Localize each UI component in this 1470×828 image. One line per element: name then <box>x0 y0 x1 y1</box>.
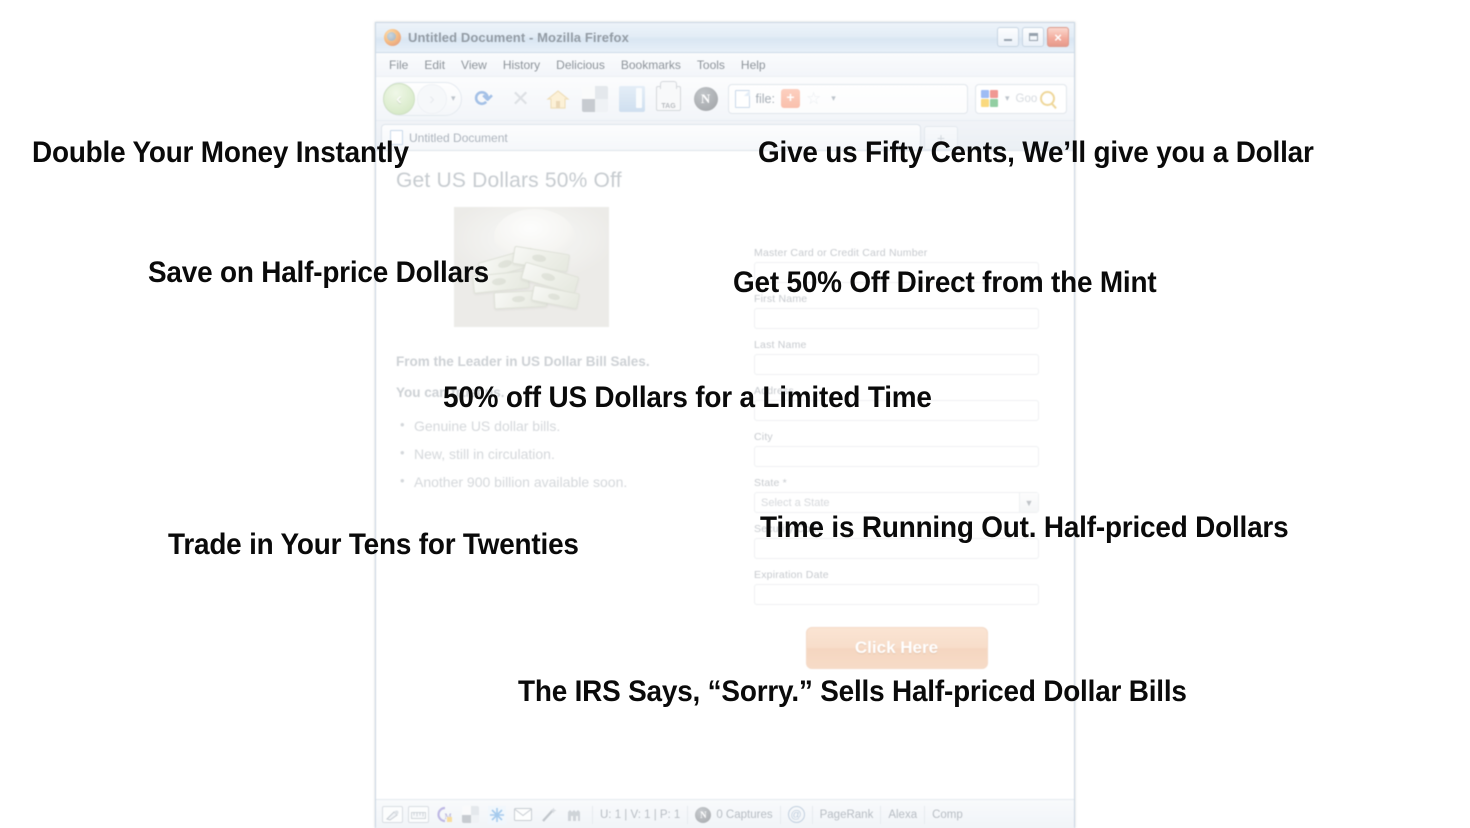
snowflake-icon[interactable] <box>486 805 507 824</box>
search-icon[interactable] <box>1040 91 1056 106</box>
list-item: New, still in circulation. <box>400 445 736 463</box>
colorzilla-icon[interactable]: M <box>434 806 455 823</box>
menu-item-file[interactable]: File <box>382 56 415 74</box>
state-select-value: Select a State <box>761 496 830 509</box>
alexa-label[interactable]: Alexa <box>888 809 917 821</box>
screenshot-stage: Untitled Document - Mozilla Firefox × Fi… <box>0 0 1470 828</box>
captures-count[interactable]: 0 Captures <box>716 809 772 821</box>
field-last-name: Last Name <box>754 339 1039 375</box>
mail-icon[interactable] <box>512 806 533 823</box>
tab-label: Untitled Document <box>409 130 508 145</box>
history-dropdown-button[interactable]: ▾ <box>451 93 456 104</box>
menu-item-edit[interactable]: Edit <box>417 56 452 74</box>
page-bullet-list: Genuine US dollar bills. New, still in c… <box>396 417 736 491</box>
eyedropper-icon[interactable] <box>382 806 403 823</box>
minimize-button[interactable] <box>997 27 1019 47</box>
chevron-down-icon[interactable]: ▼ <box>1019 493 1038 512</box>
forward-button[interactable]: › <box>417 83 447 114</box>
star-icon[interactable]: ☆ <box>806 90 821 107</box>
noscript-n-icon: N <box>693 86 718 111</box>
url-text: file: <box>755 91 775 106</box>
overlay-headline-2: Give us Fifty Cents, We’ll give you a Do… <box>758 136 1314 169</box>
menu-item-view[interactable]: View <box>454 56 494 74</box>
field-city: City <box>754 431 1039 467</box>
click-here-button[interactable]: Click Here <box>805 627 988 669</box>
compete-label[interactable]: Comp <box>932 809 963 821</box>
city-input[interactable] <box>754 446 1039 467</box>
home-icon <box>545 89 570 109</box>
overlay-headline-4: Get 50% Off Direct from the Mint <box>733 266 1157 299</box>
noscript-n-icon: N <box>695 806 712 823</box>
field-label: Expiration Date <box>754 569 829 581</box>
home-button[interactable] <box>543 84 573 114</box>
overlay-headline-6: Trade in Your Tens for Twenties <box>168 528 579 561</box>
field-label: Master Card or Credit Card Number <box>754 247 928 259</box>
field-label: Last Name <box>754 339 807 351</box>
tag-button[interactable]: TAG <box>654 81 684 114</box>
page-document-icon <box>734 89 750 108</box>
field-label: City <box>754 431 773 443</box>
menu-item-tools[interactable]: Tools <box>690 56 732 74</box>
at-symbol-icon[interactable]: @ <box>787 806 805 823</box>
book-page-icon <box>618 85 645 112</box>
window-titlebar: Untitled Document - Mozilla Firefox × <box>376 23 1074 53</box>
four-square-icon[interactable] <box>460 806 481 823</box>
last-name-input[interactable] <box>754 354 1039 375</box>
overlay-headline-7: Time is Running Out. Half-priced Dollars <box>760 511 1289 544</box>
search-engine-dropdown-icon[interactable]: ▾ <box>1005 93 1010 104</box>
window-title: Untitled Document - Mozilla Firefox <box>408 30 629 45</box>
search-bar[interactable]: ▾ Goo <box>975 83 1067 114</box>
reader-view-button[interactable] <box>617 84 647 114</box>
list-item: Another 900 billion available soon. <box>400 473 736 491</box>
chevron-down-icon[interactable]: ▾ <box>831 93 836 104</box>
stop-button[interactable]: ✕ <box>506 84 536 114</box>
window-controls: × <box>997 27 1069 47</box>
page-heading: Get US Dollars 50% Off <box>396 169 622 192</box>
reload-button[interactable]: ⟳ <box>469 84 499 114</box>
expiration-date-input[interactable] <box>754 584 1039 605</box>
overlay-headline-1: Double Your Money Instantly <box>32 136 409 169</box>
overlay-headline-3: Save on Half-price Dollars <box>148 256 489 289</box>
google-icon <box>981 90 998 107</box>
overlay-headline-8: The IRS Says, “Sorry.” Sells Half-priced… <box>518 675 1187 708</box>
close-button[interactable]: × <box>1047 27 1069 47</box>
add-bookmark-icon[interactable]: + <box>780 89 800 108</box>
close-x-icon: ✕ <box>511 85 530 111</box>
field-state: State * Select a State ▼ <box>754 477 1039 513</box>
navigation-toolbar: ‹ › ▾ ⟳ ✕ TAG N file: + ☆ ▾ ▾ Goo <box>376 77 1074 121</box>
menu-item-help[interactable]: Help <box>734 56 773 74</box>
state-select[interactable]: Select a State ▼ <box>754 492 1039 513</box>
menu-item-bookmarks[interactable]: Bookmarks <box>614 56 688 74</box>
reload-icon: ⟳ <box>474 85 493 111</box>
building-icon[interactable] <box>564 806 585 823</box>
wand-icon[interactable] <box>538 806 559 823</box>
list-item: Genuine US dollar bills. <box>400 417 736 435</box>
menu-bar: File Edit View History Delicious Bookmar… <box>376 53 1074 77</box>
back-button[interactable]: ‹ <box>383 82 415 115</box>
pagerank-label[interactable]: PageRank <box>820 809 874 821</box>
search-input[interactable]: Goo <box>1016 93 1038 105</box>
chevron-left-icon: ‹ <box>396 89 402 108</box>
noscript-button[interactable]: N <box>691 84 721 114</box>
tag-icon: TAG <box>656 81 682 111</box>
menu-item-history[interactable]: History <box>496 56 547 74</box>
menu-item-delicious[interactable]: Delicious <box>549 56 612 74</box>
tile-view-button[interactable] <box>580 84 610 114</box>
maximize-button[interactable] <box>1022 27 1044 47</box>
firefox-logo-icon <box>384 29 401 46</box>
status-counts: U: 1 | V: 1 | P: 1 <box>600 808 681 821</box>
ruler-icon[interactable] <box>408 806 429 823</box>
first-name-input[interactable] <box>754 308 1039 329</box>
field-expiration-date: Expiration Date <box>754 569 1039 605</box>
field-label: State * <box>754 477 787 489</box>
overlay-headline-5: 50% off US Dollars for a Limited Time <box>443 381 932 414</box>
page-paragraph-1: From the Leader in US Dollar Bill Sales. <box>396 354 650 369</box>
four-square-icon <box>581 85 608 112</box>
status-bar: M U: 1 | V: 1 | P: 1 N 0 Captures @ Page… <box>376 799 1074 828</box>
back-forward-group: ‹ › ▾ <box>383 81 462 116</box>
chevron-right-icon: › <box>429 89 435 108</box>
address-bar[interactable]: file: + ☆ ▾ <box>727 83 968 114</box>
